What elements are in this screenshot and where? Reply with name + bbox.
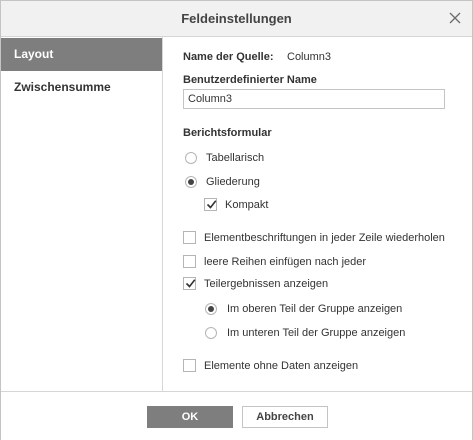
blank-rows-label: leere Reihen einfügen nach jeder xyxy=(204,256,367,268)
dialog-title: Feldeinstellungen xyxy=(181,11,292,26)
checkmark-icon xyxy=(206,200,217,209)
report-form-heading: Berichtsformular xyxy=(183,127,272,139)
show-empty-items-label: Elemente ohne Daten anzeigen xyxy=(204,360,359,372)
radio-subtotal-top[interactable] xyxy=(205,303,217,315)
blank-rows-checkbox[interactable] xyxy=(183,255,196,268)
radio-tabular-label: Tabellarisch xyxy=(206,152,265,164)
radio-outline-label: Gliederung xyxy=(206,176,260,188)
source-name-label: Name der Quelle: xyxy=(183,51,274,63)
radio-subtotal-bottom[interactable] xyxy=(205,327,217,339)
repeat-labels-checkbox[interactable] xyxy=(183,231,196,244)
ok-button[interactable]: OK xyxy=(147,406,233,428)
compact-checkbox[interactable] xyxy=(204,198,217,211)
custom-name-input[interactable] xyxy=(183,89,445,109)
sidebar-item-layout[interactable]: Layout xyxy=(1,38,162,71)
radio-subtotal-top-label: Im oberen Teil der Gruppe anzeigen xyxy=(227,303,403,315)
dialog-footer: OK Abbrechen xyxy=(1,391,472,440)
compact-label: Kompakt xyxy=(225,199,269,211)
show-empty-items-checkbox[interactable] xyxy=(183,359,196,372)
radio-outline[interactable] xyxy=(185,176,197,188)
layout-panel: Name der Quelle: Column3 Benutzerdefinie… xyxy=(163,37,472,391)
radio-selected-dot xyxy=(188,179,194,185)
close-icon[interactable] xyxy=(447,10,463,26)
field-settings-dialog: Feldeinstellungen Layout Zwischensumme N… xyxy=(0,0,473,440)
radio-subtotal-bottom-label: Im unteren Teil der Gruppe anzeigen xyxy=(227,327,406,339)
repeat-labels-label: Elementbeschriftungen in jeder Zeile wie… xyxy=(204,232,445,244)
sidebar-item-subtotal[interactable]: Zwischensumme xyxy=(1,71,162,104)
show-subtotals-checkbox[interactable] xyxy=(183,277,196,290)
checkmark-icon xyxy=(185,279,196,288)
title-bar: Feldeinstellungen xyxy=(1,1,472,37)
custom-name-label: Benutzerdefinierter Name xyxy=(183,74,317,86)
source-name-value: Column3 xyxy=(287,51,332,63)
radio-tabular[interactable] xyxy=(185,152,197,164)
show-subtotals-label: Teilergebnissen anzeigen xyxy=(204,278,329,290)
radio-selected-dot xyxy=(208,306,214,312)
sidebar: Layout Zwischensumme xyxy=(1,37,163,391)
cancel-button[interactable]: Abbrechen xyxy=(242,406,328,428)
